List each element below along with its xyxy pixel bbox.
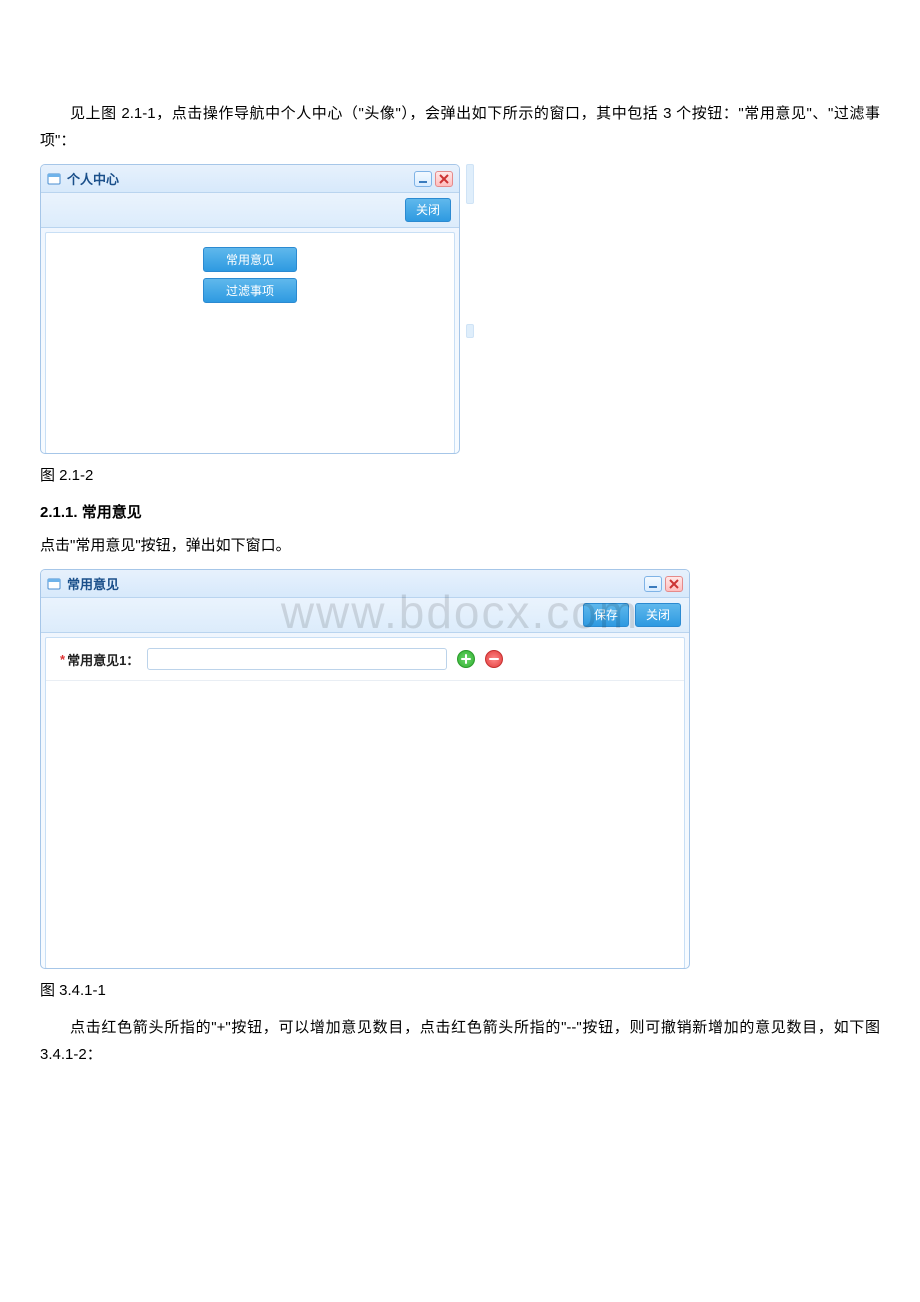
opinion-input[interactable] [147,648,447,670]
dialog-toolbar: 保存 关闭 [41,598,689,633]
save-button[interactable]: 保存 [583,603,629,627]
personal-center-dialog: 个人中心 关闭 常用意见 过滤事项 [40,164,460,454]
figure-caption-2.1-2: 图 2.1-2 [40,462,880,489]
minimize-icon[interactable] [414,171,432,187]
add-icon[interactable] [457,650,475,668]
dialog-body: * 常用意见1： [45,637,685,969]
decorative-sliver [466,164,476,458]
window-icon [47,172,61,186]
dialog-title: 常用意见 [67,574,644,593]
opinion-form-row: * 常用意见1： [46,638,684,681]
paragraph-2: 点击"常用意见"按钮，弹出如下窗口。 [40,532,880,559]
dialog-titlebar: 个人中心 [41,165,459,193]
common-opinion-button[interactable]: 常用意见 [203,247,297,272]
dialog-toolbar: 关闭 [41,193,459,228]
required-marker: * [60,652,65,667]
window-icon [47,577,61,591]
close-button[interactable]: 关闭 [405,198,451,222]
minimize-icon[interactable] [644,576,662,592]
close-icon[interactable] [665,576,683,592]
dialog-body: 常用意见 过滤事项 [45,232,455,454]
dialog-titlebar: 常用意见 [41,570,689,598]
dialog-title: 个人中心 [67,169,414,188]
common-opinion-dialog: 常用意见 保存 关闭 * 常用意见1： [40,569,690,969]
close-icon[interactable] [435,171,453,187]
filter-items-button[interactable]: 过滤事项 [203,278,297,303]
figure-caption-3.4.1-1: 图 3.4.1-1 [40,977,880,1004]
intro-paragraph: 见上图 2.1-1，点击操作导航中个人中心（"头像"），会弹出如下所示的窗口，其… [40,100,880,154]
section-heading-2.1.1: 2.1.1. 常用意见 [40,501,880,522]
close-button[interactable]: 关闭 [635,603,681,627]
remove-icon[interactable] [485,650,503,668]
document-page: 见上图 2.1-1，点击操作导航中个人中心（"头像"），会弹出如下所示的窗口，其… [0,0,920,1138]
field-label: 常用意见1： [67,650,139,669]
paragraph-3: 点击红色箭头所指的"+"按钮，可以增加意见数目，点击红色箭头所指的"--"按钮，… [40,1014,880,1068]
